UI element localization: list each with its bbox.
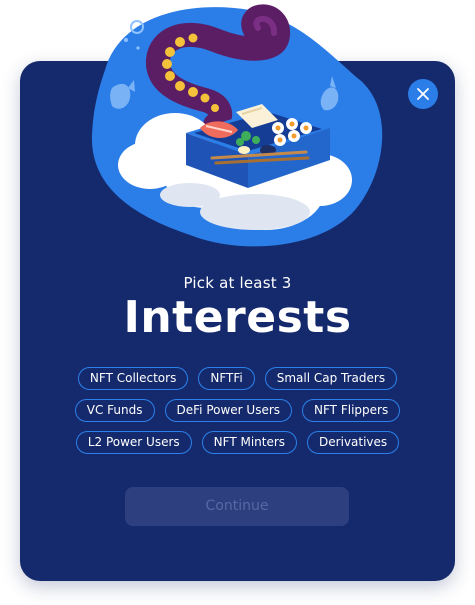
modal-subtitle: Pick at least 3: [183, 274, 292, 292]
continue-button[interactable]: Continue: [125, 487, 349, 526]
interest-chip[interactable]: DeFi Power Users: [164, 399, 293, 422]
interest-chip[interactable]: NFTFi: [198, 367, 255, 390]
interest-chip[interactable]: NFT Minters: [201, 431, 298, 454]
close-button[interactable]: [408, 79, 438, 109]
interest-chip[interactable]: Small Cap Traders: [264, 367, 398, 390]
interest-chip[interactable]: NFT Collectors: [77, 367, 189, 390]
interest-row: NFT Collectors NFTFi Small Cap Traders: [20, 367, 455, 390]
interest-row: VC Funds DeFi Power Users NFT Flippers: [20, 399, 455, 422]
close-icon: [417, 88, 429, 100]
interest-chip[interactable]: Derivatives: [307, 431, 400, 454]
interest-chip[interactable]: L2 Power Users: [75, 431, 192, 454]
interest-chip[interactable]: VC Funds: [74, 399, 155, 422]
interest-row: L2 Power Users NFT Minters Derivatives: [20, 431, 455, 454]
interest-chip[interactable]: NFT Flippers: [302, 399, 401, 422]
modal-title: Interests: [123, 292, 352, 343]
